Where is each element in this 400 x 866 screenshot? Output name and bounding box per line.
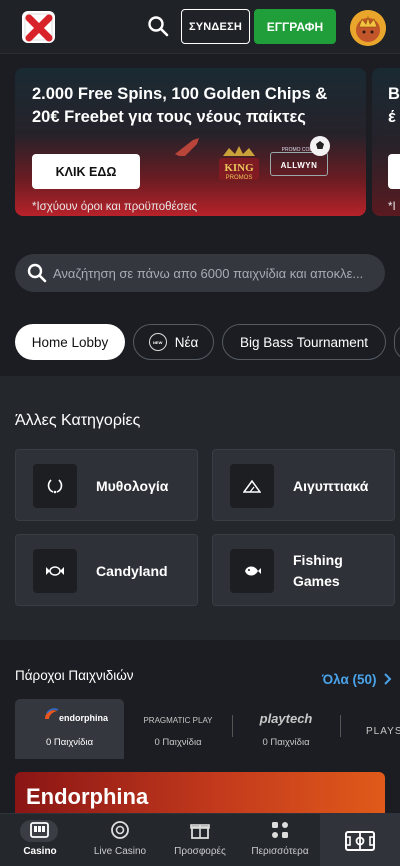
nav-more[interactable]: Περισσότερα — [240, 814, 320, 866]
chevron-right-icon[interactable] — [384, 673, 392, 685]
gift-icon — [190, 824, 210, 839]
category-mythology[interactable]: Μυθολογία — [15, 449, 198, 521]
other-categories-section: Άλλες Κατηγορίες Μυθολογία Αιγυπτιακά Ca… — [0, 376, 400, 640]
casino-mobile-page: ΣΥΝΔΕΣΗ ΕΓΓΡΑΦΗ 2.000 Free Spins, 100 Go… — [0, 0, 400, 866]
providers-all-link[interactable]: Όλα (50) — [322, 672, 377, 687]
game-search-input[interactable]: Αναζήτηση σε πάνω απο 6000 παιχνίδια και… — [15, 254, 385, 292]
candy-icon — [33, 549, 77, 593]
lobby-tabs: Home Lobby NEW Νέα Big Bass Tournament — [15, 324, 400, 360]
promo-next-cta-button[interactable] — [388, 154, 400, 189]
provider-playson-partial[interactable]: PLAYS — [340, 699, 400, 759]
bottom-navigation: Casino Live Casino Προσφορές Περισσότερα — [0, 813, 400, 866]
fish-icon — [230, 549, 274, 593]
category-egyptian[interactable]: Αιγυπτιακά — [212, 449, 395, 521]
register-button[interactable]: ΕΓΓΡΑΦΗ — [254, 9, 336, 44]
new-badge-icon: NEW — [148, 333, 167, 351]
provider-name: endorphina — [59, 713, 108, 723]
promo-banner[interactable]: 2.000 Free Spins, 100 Golden Chips & 20€… — [15, 68, 366, 216]
provider-pragmatic-play[interactable]: PRAGMATIC PLAY 0 Παιχνίδια — [124, 699, 232, 759]
search-icon — [27, 263, 47, 283]
provider-count: 0 Παιχνίδια — [154, 737, 202, 748]
nav-label: Live Casino — [93, 846, 147, 857]
promo-terms: *Ισχύουν όροι και προϋποθέσεις — [32, 201, 197, 213]
category-label: Μυθολογία — [96, 477, 169, 494]
search-icon[interactable] — [147, 15, 171, 39]
promo-carousel[interactable]: 2.000 Free Spins, 100 Golden Chips & 20€… — [0, 54, 400, 244]
avatar-crown-icon[interactable] — [350, 10, 386, 46]
provider-name: PRAGMATIC PLAY — [143, 716, 213, 725]
nav-sports[interactable] — [320, 814, 400, 866]
provider-name: PLAYS — [366, 726, 400, 737]
football-icon — [310, 136, 330, 156]
promo-title: 2.000 Free Spins, 100 Golden Chips & 20€… — [32, 85, 328, 126]
nav-label: Περισσότερα — [251, 846, 309, 857]
game-providers-section: Πάροχοι Παιχνιδιών Όλα (50) endorphina 0… — [0, 640, 400, 780]
search-placeholder: Αναζήτηση σε πάνω απο 6000 παιχνίδια και… — [53, 265, 364, 281]
category-label: Candyland — [96, 562, 168, 579]
football-field-icon — [345, 831, 375, 851]
promo-code-value: ALLWYN — [280, 161, 318, 170]
svg-text:PROMOS: PROMOS — [226, 175, 253, 181]
top-header: ΣΥΝΔΕΣΗ ΕΓΓΡΑΦΗ — [0, 0, 400, 54]
tab-new-label: Νέα — [174, 334, 199, 350]
category-candyland[interactable]: Candyland — [15, 534, 198, 606]
promo-banner-next[interactable]: Bi έ *I — [372, 68, 400, 216]
tab-more-partial[interactable] — [394, 324, 400, 360]
nav-label: Προσφορές — [174, 846, 226, 857]
provider-playtech[interactable]: playtech 0 Παιχνίδια — [232, 699, 340, 759]
category-label: Fishing Games — [293, 552, 343, 589]
nav-offers[interactable]: Προσφορές — [160, 814, 240, 866]
laurel-wreath-icon — [33, 464, 77, 508]
nav-casino[interactable]: Casino — [0, 814, 80, 866]
svg-text:KING: KING — [224, 162, 254, 174]
promo-cta-button[interactable]: ΚΛΙΚ ΕΔΩ — [32, 154, 140, 189]
pyramid-icon — [230, 464, 274, 508]
login-button[interactable]: ΣΥΝΔΕΣΗ — [181, 9, 250, 44]
category-fishing-games[interactable]: Fishing Games — [212, 534, 395, 606]
slot-machine-icon — [30, 822, 49, 838]
brand-logo[interactable] — [20, 8, 58, 46]
tab-home-lobby[interactable]: Home Lobby — [15, 324, 125, 360]
categories-title: Άλλες Κατηγορίες — [15, 412, 141, 429]
category-label: Αιγυπτιακά — [293, 477, 369, 494]
tab-new[interactable]: NEW Νέα — [133, 324, 214, 360]
providers-title: Πάροχοι Παιχνιδιών — [15, 668, 134, 683]
provider-endorphina[interactable]: endorphina 0 Παιχνίδια — [15, 699, 124, 759]
provider-count: 0 Παιχνίδια — [262, 737, 310, 748]
nav-live-casino[interactable]: Live Casino — [80, 814, 160, 866]
rocket-icon — [175, 138, 199, 156]
featured-title: Endorphina — [26, 784, 149, 809]
featured-provider-banner[interactable]: Endorphina — [15, 772, 385, 816]
grid-icon — [272, 822, 288, 838]
tab-big-bass-tournament[interactable]: Big Bass Tournament — [222, 324, 386, 360]
nav-label: Casino — [23, 846, 57, 857]
king-promos-logo: KING PROMOS — [219, 146, 259, 181]
promo-next-title: Bi έ — [388, 85, 400, 126]
provider-count: 0 Παιχνίδια — [45, 737, 94, 748]
promo-next-terms: *I — [388, 201, 396, 213]
poker-chip-icon — [111, 821, 129, 839]
provider-name: playtech — [259, 711, 313, 726]
